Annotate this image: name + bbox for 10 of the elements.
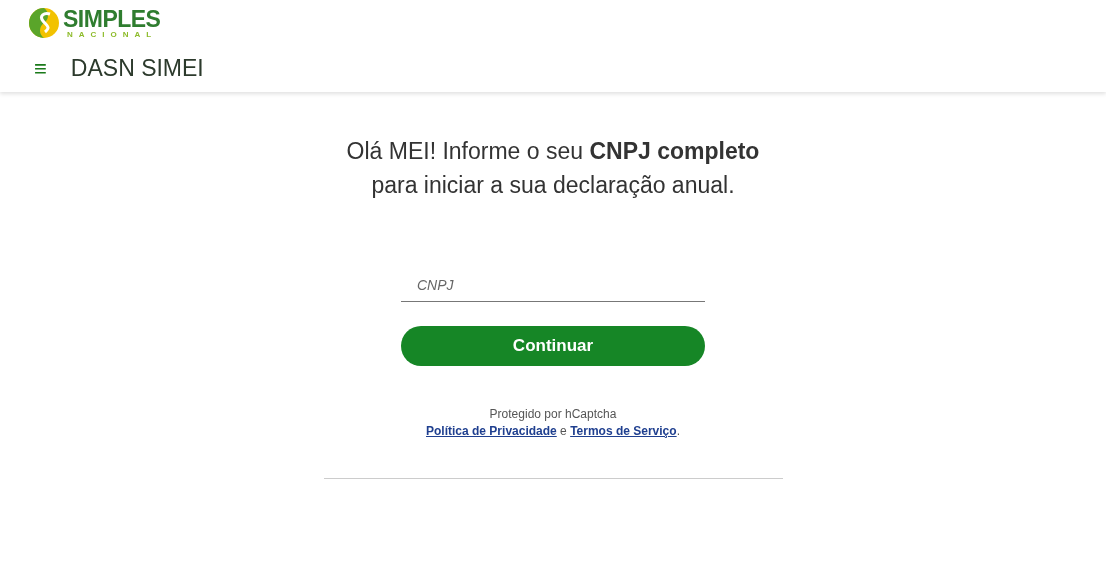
captcha-notice: Protegido por hCaptcha Política de Privacidade e Termos de Serviço.: [426, 406, 680, 440]
privacy-link[interactable]: Política de Privacidade: [426, 424, 557, 438]
continue-button[interactable]: Continuar: [401, 326, 705, 366]
logo-title: SIMPLES: [63, 7, 161, 31]
headline: Olá MEI! Informe o seu CNPJ completo para iniciar a sua declaração anual.: [346, 137, 760, 200]
logo-subtitle: NACIONAL: [67, 30, 159, 39]
menu-button[interactable]: ≡: [34, 57, 47, 80]
logo-icon: [28, 7, 60, 39]
terms-link[interactable]: Termos de Serviço: [570, 424, 677, 438]
page-title: DASN SIMEI: [70, 55, 204, 82]
